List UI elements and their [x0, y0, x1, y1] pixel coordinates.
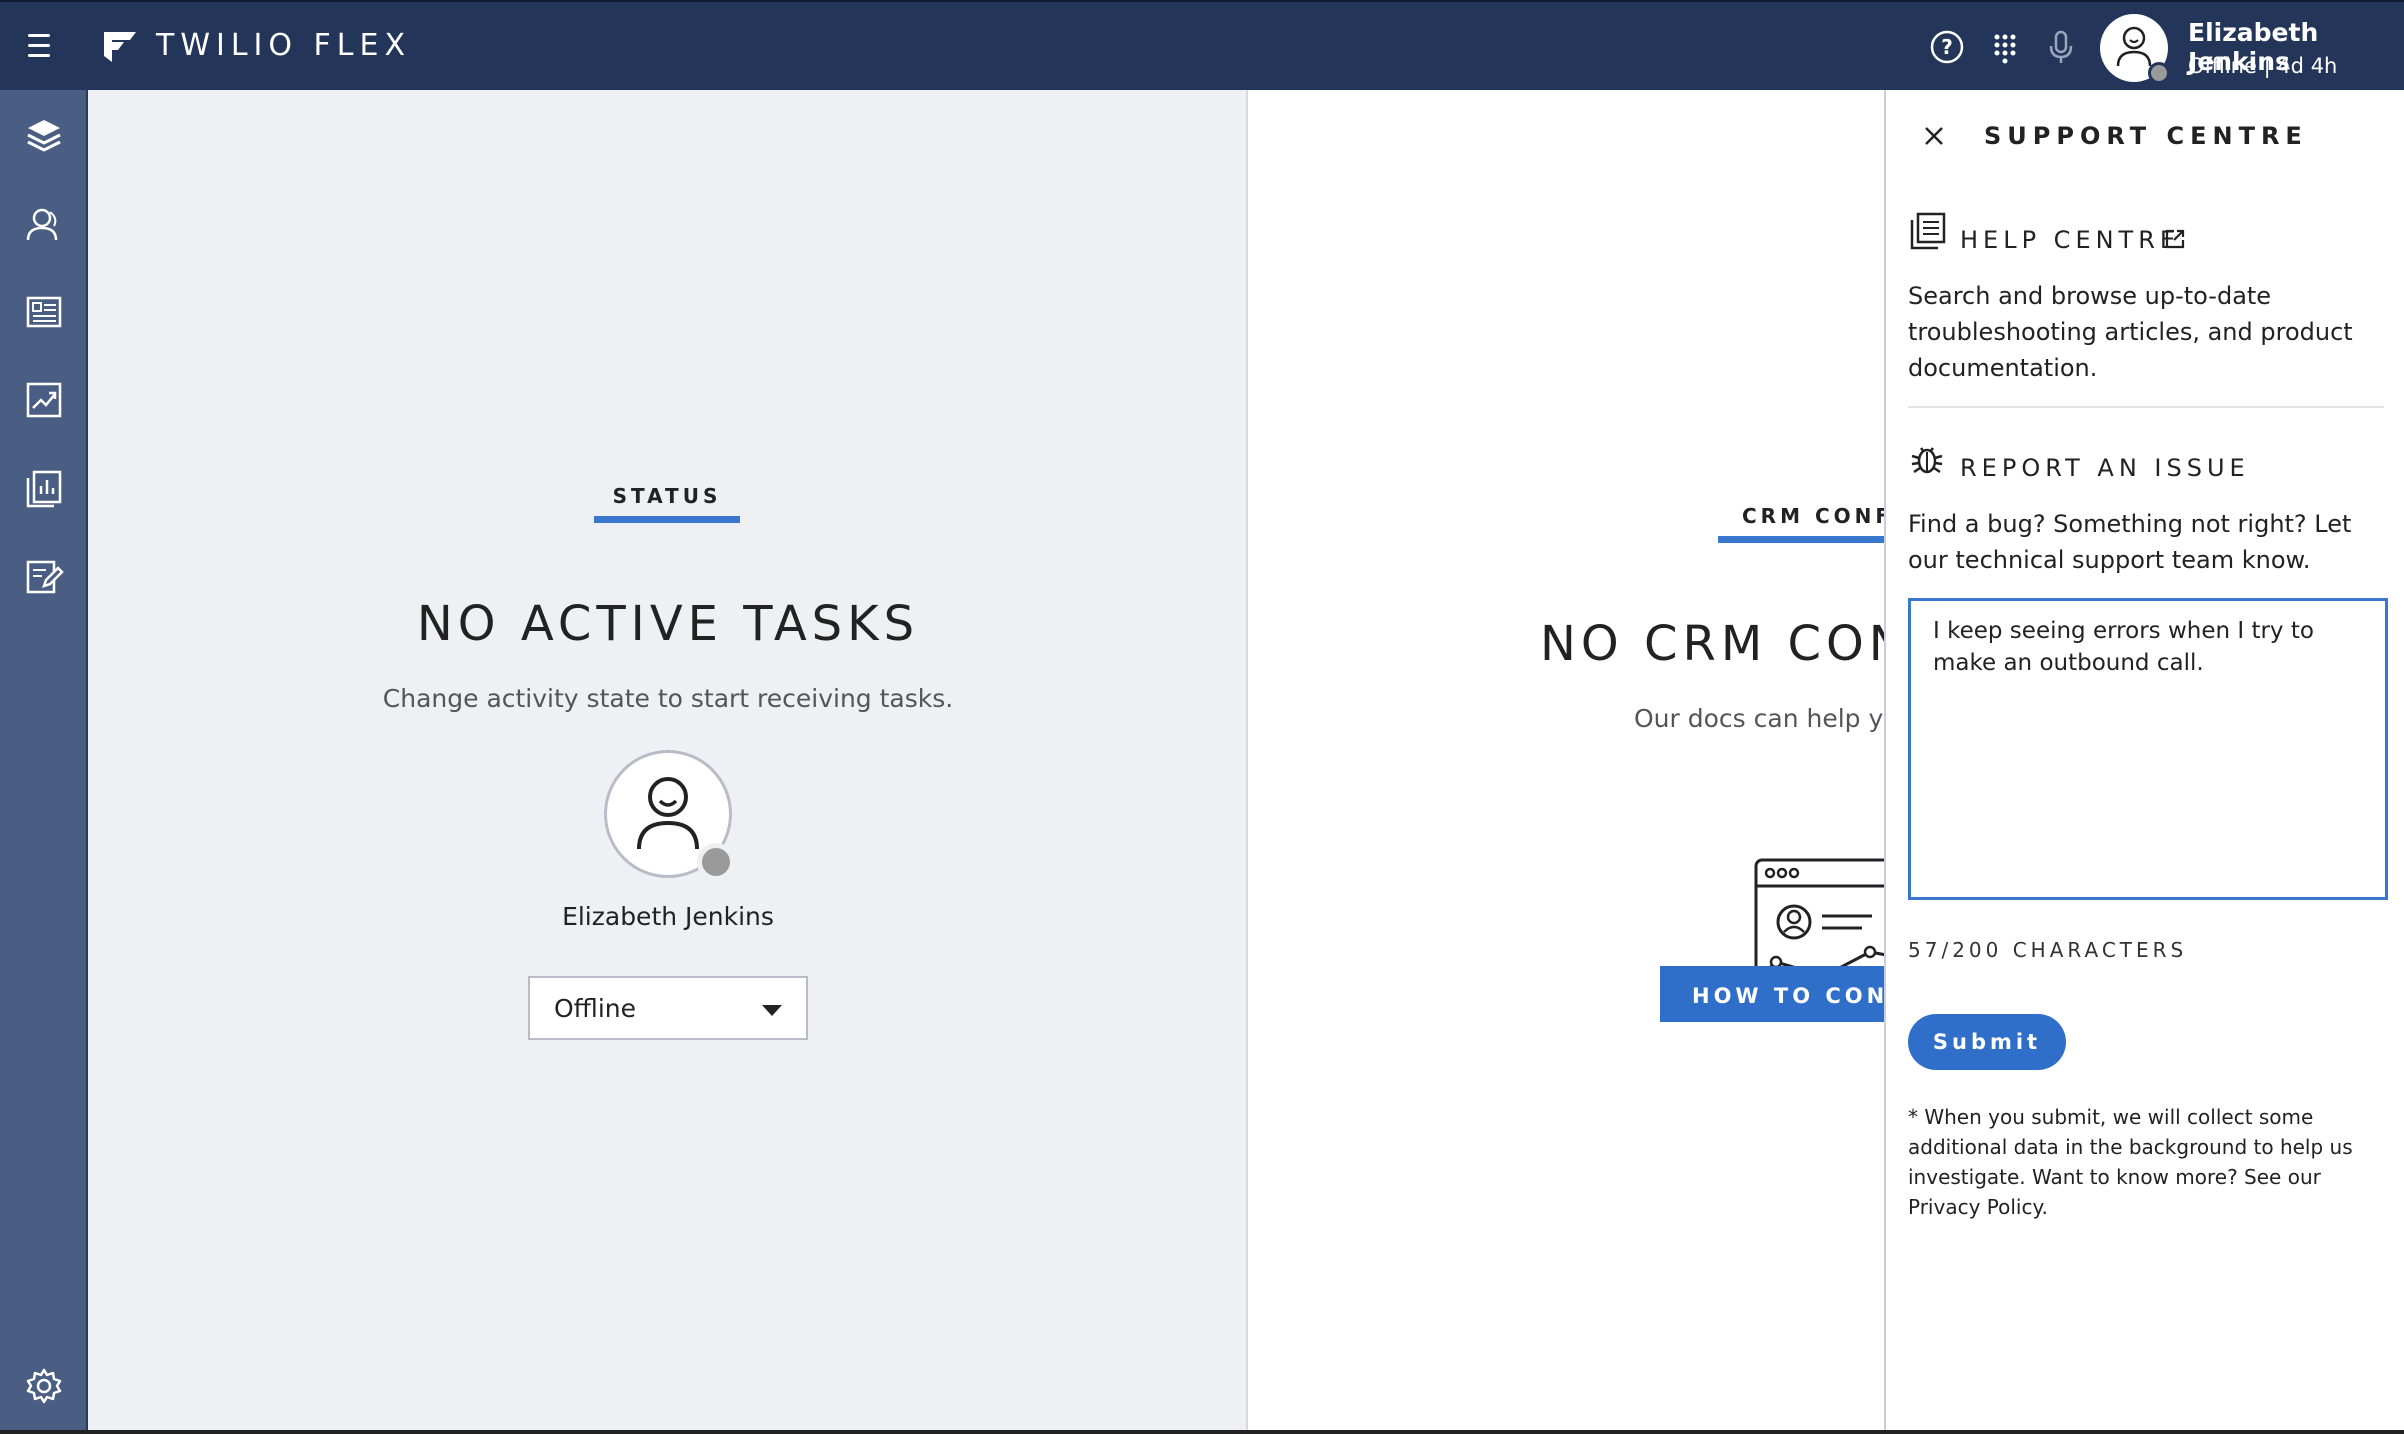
- tab-status[interactable]: STATUS: [594, 484, 740, 508]
- crm-subtitle: Our docs can help you: [1634, 704, 1884, 733]
- user-status: Offline | 4d 4h: [2188, 54, 2338, 78]
- articles-icon: [1910, 212, 1946, 250]
- support-centre-title: SUPPORT CENTRE: [1984, 122, 2308, 150]
- help-icon[interactable]: ?: [1928, 28, 1966, 66]
- activity-select[interactable]: Offline: [528, 976, 808, 1040]
- help-centre-link[interactable]: HELP CENTRE: [1960, 226, 2180, 254]
- divider: [1908, 406, 2384, 408]
- tab-crm-config[interactable]: CRM CONFI: [1742, 504, 1884, 528]
- agents-icon[interactable]: [24, 204, 64, 244]
- no-tasks-subtitle: Change activity state to start receiving…: [382, 684, 954, 713]
- settings-icon[interactable]: [24, 1366, 64, 1406]
- top-bar: TWILIO FLEX ? Elizabeth Jenkins Offline …: [0, 0, 2404, 90]
- status-dot: [697, 843, 735, 881]
- status-panel: STATUS NO ACTIVE TASKS Change activity s…: [88, 90, 1248, 1434]
- external-link-icon[interactable]: [2164, 228, 2186, 250]
- edit-icon[interactable]: [24, 556, 64, 596]
- status-dot: [2148, 62, 2170, 84]
- microphone-icon[interactable]: [2042, 28, 2080, 66]
- bug-icon: [1911, 447, 1943, 474]
- close-icon[interactable]: [1922, 124, 1946, 148]
- svg-text:?: ?: [1941, 35, 1953, 59]
- chevron-down-icon: [762, 1005, 782, 1016]
- twilio-flex-logo: [104, 32, 136, 62]
- issue-description-input[interactable]: I keep seeing errors when I try to make …: [1908, 598, 2388, 900]
- crm-title: NO CRM CON: [1540, 616, 1884, 672]
- reports-icon[interactable]: [24, 468, 64, 508]
- report-issue-description: Find a bug? Something not right? Let our…: [1908, 510, 2352, 574]
- activity-value: Offline: [554, 994, 637, 1023]
- report-issue-title: REPORT AN ISSUE: [1960, 454, 2250, 482]
- app-brand: TWILIO FLEX: [156, 28, 412, 63]
- menu-icon[interactable]: [28, 34, 60, 58]
- dialpad-icon[interactable]: [1986, 28, 2024, 66]
- support-centre-panel: SUPPORT CENTRE HELP CENTRE Search and br…: [1884, 90, 2404, 1434]
- submit-button[interactable]: Submit: [1908, 1014, 2066, 1070]
- no-tasks-title: NO ACTIVE TASKS: [416, 596, 920, 652]
- analytics-icon[interactable]: [24, 380, 64, 420]
- help-centre-description: Search and browse up-to-date troubleshoo…: [1908, 282, 2353, 382]
- privacy-footnote: * When you submit, we will collect some …: [1908, 1105, 2353, 1219]
- sidebar: [0, 90, 88, 1434]
- tab-crm-indicator: [1718, 536, 1884, 543]
- bottom-border: [0, 1430, 2404, 1434]
- how-to-configure-button[interactable]: HOW TO CONFI: [1660, 966, 1884, 1022]
- user-avatar[interactable]: [2100, 14, 2170, 84]
- crm-panel: CRM CONFI NO CRM CON Our docs can help y…: [1248, 90, 1884, 1434]
- character-count: 57/200 CHARACTERS: [1908, 938, 2188, 962]
- directory-icon[interactable]: [24, 292, 64, 332]
- agent-avatar: [604, 750, 735, 881]
- layers-icon[interactable]: [24, 116, 64, 156]
- tab-status-indicator: [594, 516, 740, 523]
- agent-name: Elizabeth Jenkins: [562, 902, 774, 931]
